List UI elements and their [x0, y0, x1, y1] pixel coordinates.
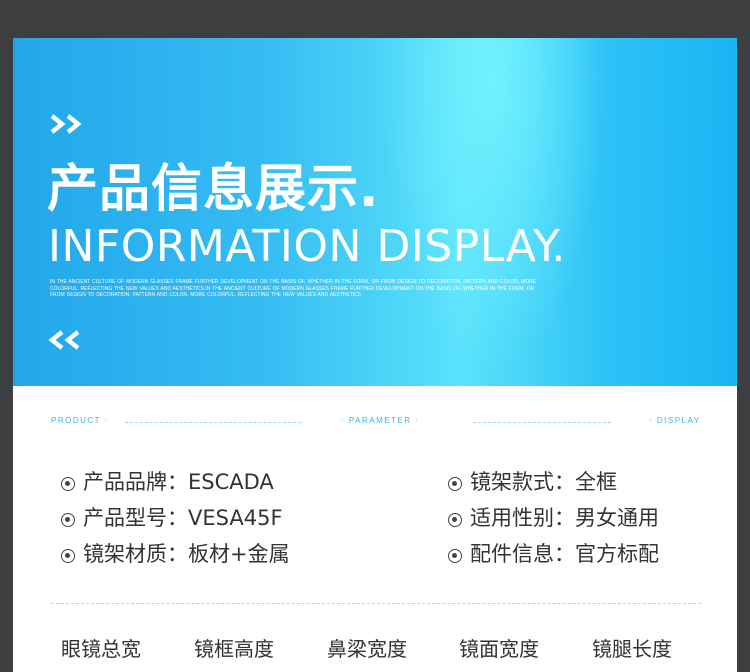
spec-grid: 产品品牌：ESCADA 镜架款式：全框 产品型号：VESA45F 适用性别：男女…	[61, 464, 701, 574]
product-info-card: 产品信息展示. INFORMATION DISPLAY. IN THE ANCI…	[13, 38, 737, 672]
nav-label-parameter: · PARAMETER ·	[341, 416, 420, 425]
spec-label: 适用性别：	[470, 506, 575, 530]
spec-label: 配件信息：	[470, 542, 575, 566]
measure-bridge-width: 鼻梁宽度	[327, 637, 407, 661]
measurement-headers: 眼镜总宽 镜框高度 鼻梁宽度 镜面宽度 镜腿长度	[61, 634, 701, 666]
spec-value: ESCADA	[188, 470, 274, 494]
circle-bullet-icon	[448, 549, 462, 563]
circle-bullet-icon	[61, 477, 75, 491]
section-divider	[51, 603, 701, 604]
spec-item-accessories: 配件信息：官方标配	[448, 540, 659, 568]
double-chevron-left-icon	[48, 330, 80, 350]
spec-item-gender: 适用性别：男女通用	[448, 504, 659, 532]
title-chinese: 产品信息展示.	[47, 160, 380, 219]
spec-label: 产品型号：	[83, 506, 188, 530]
hero-banner: 产品信息展示. INFORMATION DISPLAY. IN THE ANCI…	[13, 38, 737, 386]
section-nav-row: PRODUCT · · PARAMETER · · DISPLAY	[51, 416, 701, 430]
spec-value: 板材+金属	[188, 542, 290, 566]
nav-label-product: PRODUCT ·	[51, 416, 109, 425]
banner-description: IN THE ANCIENT CULTURE OF MODERN GLASSES…	[50, 279, 537, 298]
spec-item-brand: 产品品牌：ESCADA	[61, 468, 274, 496]
nav-divider-right	[473, 422, 611, 423]
double-chevron-right-icon	[50, 114, 82, 134]
spec-label: 镜架材质：	[83, 542, 188, 566]
circle-bullet-icon	[448, 513, 462, 527]
spec-value: 全框	[575, 470, 617, 494]
circle-bullet-icon	[61, 549, 75, 563]
spec-value: 官方标配	[575, 542, 659, 566]
spec-item-model: 产品型号：VESA45F	[61, 504, 283, 532]
spec-item-frame-style: 镜架款式：全框	[448, 468, 617, 496]
spec-value: VESA45F	[188, 506, 283, 530]
circle-bullet-icon	[61, 513, 75, 527]
circle-bullet-icon	[448, 477, 462, 491]
nav-divider-left	[125, 422, 301, 423]
spec-label: 产品品牌：	[83, 470, 188, 494]
spec-item-material: 镜架材质：板材+金属	[61, 540, 290, 568]
title-english: INFORMATION DISPLAY.	[48, 221, 566, 272]
nav-label-display: · DISPLAY	[649, 416, 701, 425]
measure-frame-height: 镜框高度	[194, 637, 274, 661]
measure-temple-length: 镜腿长度	[592, 637, 672, 661]
measure-lens-width: 镜面宽度	[459, 637, 539, 661]
spec-value: 男女通用	[575, 506, 659, 530]
spec-label: 镜架款式：	[470, 470, 575, 494]
measure-total-width: 眼镜总宽	[61, 637, 141, 661]
